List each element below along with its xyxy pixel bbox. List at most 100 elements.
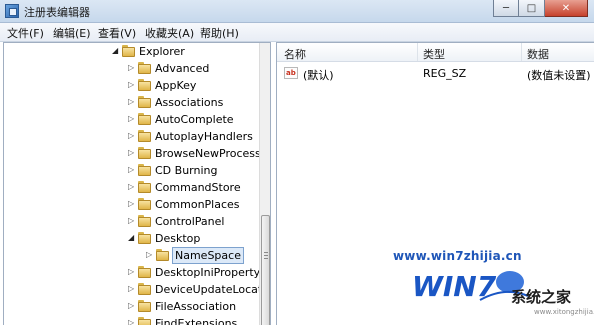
tree-item[interactable]: ▷ DesktopIniPropertyM [4, 264, 270, 281]
column-type-header[interactable]: 类型 [423, 46, 445, 62]
expand-icon[interactable]: ▷ [128, 165, 136, 175]
tree-item-label: AppKey [155, 79, 197, 92]
tree-item[interactable]: ▷ ControlPanel [4, 213, 259, 230]
expand-icon[interactable]: ▷ [146, 250, 154, 260]
expand-icon[interactable]: ▷ [128, 199, 136, 209]
tree-item[interactable]: ▷ CD Burning [4, 162, 259, 179]
expand-icon[interactable]: ▷ [128, 301, 136, 311]
folder-icon [138, 232, 152, 244]
tree-item[interactable]: ▷ CommonPlaces [4, 196, 259, 213]
expand-icon[interactable]: ▷ [128, 148, 136, 158]
tree-item-label: AutoComplete [155, 113, 234, 126]
collapse-icon[interactable]: ◢ [128, 233, 136, 243]
grip-line [264, 252, 268, 253]
tree-item[interactable]: ▷ DeviceUpdateLocatic [4, 281, 270, 298]
menu-view[interactable]: 查看(V) [98, 25, 136, 41]
maximize-icon: □ [526, 2, 537, 14]
grip-line [264, 258, 268, 259]
tree-item[interactable]: ▷ FindExtensions [4, 315, 259, 325]
tree-item-label: BrowseNewProcess [155, 147, 261, 160]
window-title: 注册表编辑器 [24, 6, 90, 19]
expand-icon[interactable]: ▷ [128, 97, 136, 107]
folder-icon [138, 181, 152, 193]
tree-item[interactable]: ▷ NameSpace [4, 247, 259, 264]
tree-scrollbar[interactable] [259, 43, 270, 325]
registry-tree[interactable]: ◢ Explorer ▷ Advanced ▷ AppKey ▷ Associations… [3, 42, 271, 325]
column-divider[interactable] [521, 43, 522, 61]
tree-item-label: CD Burning [155, 164, 218, 177]
folder-icon [138, 283, 152, 295]
folder-icon [138, 130, 152, 142]
close-button[interactable]: ✕ [545, 0, 588, 17]
regedit-app-icon [5, 4, 19, 18]
expand-icon[interactable]: ▷ [128, 267, 136, 277]
tree-item[interactable]: ◢ Desktop [4, 230, 259, 247]
folder-icon [138, 164, 152, 176]
tree-item[interactable]: ▷ Advanced [4, 60, 259, 77]
folder-icon [138, 300, 152, 312]
tree-item-label: ControlPanel [155, 215, 225, 228]
folder-icon [138, 147, 152, 159]
folder-open-icon [122, 45, 136, 57]
folder-icon [138, 317, 152, 325]
window-controls: ─ □ ✕ [493, 0, 588, 18]
values-column-header: 名称 类型 数据 [277, 43, 594, 62]
tree-item[interactable]: ▷ Associations [4, 94, 259, 111]
value-type: REG_SZ [423, 67, 467, 80]
expand-icon[interactable]: ▷ [128, 318, 136, 325]
expand-icon[interactable]: ▷ [128, 114, 136, 124]
column-data-header[interactable]: 数据 [527, 46, 549, 62]
watermark-url: www.win7zhijia.cn [393, 249, 522, 263]
tree-item-label: FindExtensions [155, 317, 238, 325]
menu-file[interactable]: 文件(F) [7, 25, 44, 41]
expand-icon[interactable]: ▷ [128, 63, 136, 73]
folder-icon [138, 198, 152, 210]
string-value-icon: ab [284, 67, 298, 79]
folder-icon [138, 266, 152, 278]
menu-help[interactable]: 帮助(H) [200, 25, 239, 41]
registry-value-row[interactable]: ab (默认) REG_SZ (数值未设置) [277, 65, 594, 82]
column-name-header[interactable]: 名称 [284, 46, 306, 62]
tree-item[interactable]: ▷ AppKey [4, 77, 259, 94]
tree-item-label: FileAssociation [155, 300, 237, 313]
watermark-site-name: 系统之家 [511, 288, 572, 306]
folder-icon [138, 96, 152, 108]
tree-item[interactable]: ▷ AutoComplete [4, 111, 259, 128]
expand-icon[interactable]: ▷ [128, 284, 136, 294]
minimize-icon: ─ [502, 2, 510, 14]
title-bar: 注册表编辑器 ─ □ ✕ [0, 0, 594, 23]
tree-item-label: Advanced [155, 62, 210, 75]
tree-item-label: CommandStore [155, 181, 241, 194]
value-name: (默认) [303, 69, 334, 82]
tree-item-label: DeviceUpdateLocatic [155, 283, 271, 296]
tree-item-label: Associations [155, 96, 224, 109]
tree-item[interactable]: ▷ BrowseNewProcess [4, 145, 261, 162]
tree-item-label: AutoplayHandlers [155, 130, 253, 143]
menu-favorites[interactable]: 收藏夹(A) [145, 25, 194, 41]
menu-edit[interactable]: 编辑(E) [53, 25, 91, 41]
folder-icon [138, 79, 152, 91]
tree-item[interactable]: ▷ AutoplayHandlers [4, 128, 259, 145]
folder-icon [138, 62, 152, 74]
menu-bar: 文件(F) 编辑(E) 查看(V) 收藏夹(A) 帮助(H) [0, 23, 594, 42]
expand-icon[interactable]: ▷ [128, 182, 136, 192]
folder-icon [138, 113, 152, 125]
tree-item-label: NameSpace [172, 247, 244, 264]
maximize-button[interactable]: □ [519, 0, 545, 17]
column-divider[interactable] [417, 43, 418, 61]
close-icon: ✕ [561, 2, 571, 14]
tree-item[interactable]: ▷ CommandStore [4, 179, 259, 196]
scrollbar-thumb[interactable] [261, 215, 270, 325]
minimize-button[interactable]: ─ [493, 0, 519, 17]
expand-icon[interactable]: ▷ [128, 131, 136, 141]
tree-item-label: Desktop [155, 232, 201, 245]
value-data: (数值未设置) [527, 69, 591, 82]
tree-item-label: Explorer [139, 45, 185, 58]
tree-item[interactable]: ▷ FileAssociation [4, 298, 259, 315]
expand-icon[interactable]: ▷ [128, 80, 136, 90]
grip-line [264, 255, 268, 256]
collapse-icon[interactable]: ◢ [112, 46, 120, 56]
folder-icon [138, 215, 152, 227]
tree-item-label: DesktopIniPropertyM [155, 266, 270, 279]
expand-icon[interactable]: ▷ [128, 216, 136, 226]
